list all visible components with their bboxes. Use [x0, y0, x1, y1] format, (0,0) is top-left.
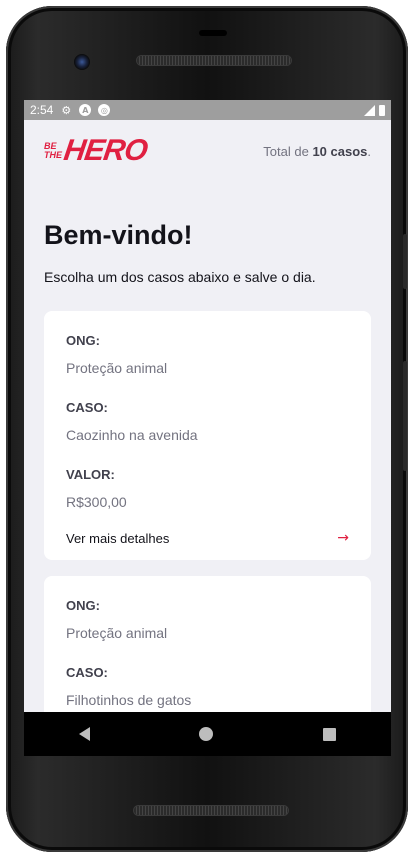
device-screen: 2:54 ⚙ A ◎ BE THE HERO Total de 10 casos… [24, 100, 391, 748]
ong-value: Proteção animal [66, 625, 168, 641]
incident-card: ONG: Proteção animal CASO: Caozinho na a… [44, 311, 371, 560]
caso-label: CASO: [66, 400, 108, 415]
logo-big-text: HERO [61, 134, 150, 167]
front-camera [74, 54, 90, 70]
volume-button [403, 361, 407, 471]
be-the-hero-logo: BE THE HERO [44, 134, 150, 168]
home-icon[interactable] [199, 727, 214, 741]
signal-icon [364, 104, 375, 116]
total-cases-text: Total de 10 casos. [263, 144, 371, 159]
details-label: Ver mais detalhes [66, 530, 170, 546]
total-prefix: Total de [263, 143, 309, 159]
back-icon[interactable] [78, 727, 90, 741]
valor-value: R$300,00 [66, 494, 127, 510]
header: BE THE HERO Total de 10 casos. [44, 120, 371, 178]
earpiece-speaker [137, 56, 291, 65]
android-nav-bar [24, 712, 391, 756]
power-button [403, 234, 407, 289]
app-content: BE THE HERO Total de 10 casos. Bem-vindo… [24, 120, 391, 732]
page-title: Bem-vindo! [44, 220, 193, 250]
ong-label: ONG: [66, 598, 100, 613]
ong-value: Proteção animal [66, 360, 168, 376]
page-description: Escolha um dos casos abaixo e salve o di… [44, 269, 316, 285]
incident-card: ONG: Proteção animal CASO: Filhotinhos d… [44, 576, 371, 732]
recents-icon[interactable] [323, 727, 337, 741]
details-button[interactable]: Ver mais detalhes → [66, 530, 349, 546]
total-count: 10 casos [312, 143, 368, 159]
total-suffix: . [367, 143, 371, 159]
ong-label: ONG: [66, 333, 100, 348]
caso-value: Caozinho na avenida [66, 427, 198, 443]
a-circle-icon: A [79, 104, 92, 116]
caso-value: Filhotinhos de gatos [66, 692, 192, 708]
settings-icon: ⚙ [61, 103, 72, 117]
caso-label: CASO: [66, 665, 108, 680]
logo-small-text: BE THE [44, 141, 62, 160]
valor-label: VALOR: [66, 467, 115, 482]
status-bar: 2:54 ⚙ A ◎ [24, 100, 391, 120]
bottom-speaker [134, 806, 288, 815]
sensor [199, 30, 227, 36]
battery-icon [379, 104, 385, 116]
sync-circle-icon: ◎ [98, 104, 111, 116]
arrow-right-icon: → [337, 530, 349, 546]
status-time: 2:54 [30, 103, 54, 117]
